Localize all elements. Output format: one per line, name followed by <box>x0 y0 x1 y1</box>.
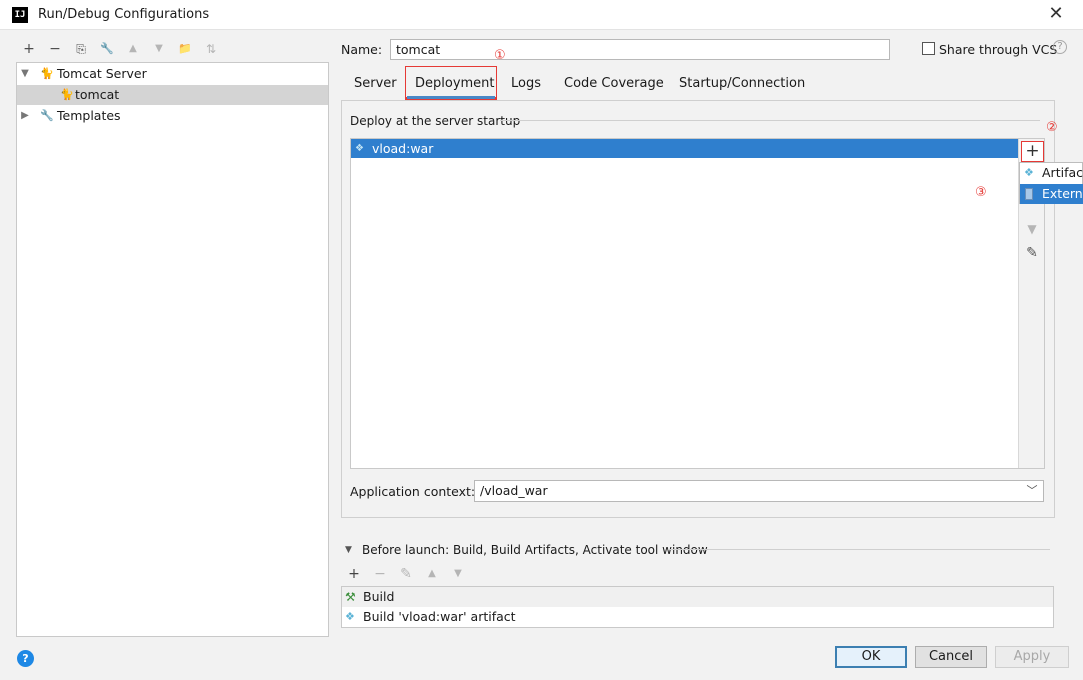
add-task-button[interactable]: + <box>345 566 363 582</box>
close-icon[interactable]: ✕ <box>1046 3 1066 25</box>
add-popup-menu: ❖ Artifact... External Source... <box>1019 162 1083 204</box>
tree-item-label: tomcat <box>75 87 120 102</box>
artifact-icon: ❖ <box>345 610 355 623</box>
tree-item-label: Templates <box>57 108 121 123</box>
cancel-button[interactable]: Cancel <box>915 646 987 668</box>
tomcat-icon: 🐈 <box>40 67 54 80</box>
tab-code-coverage[interactable]: Code Coverage <box>564 74 664 96</box>
annotation-marker-1: ① <box>494 48 506 63</box>
move-down-button[interactable]: ▼ <box>150 40 168 58</box>
before-launch-item-build[interactable]: ⚒ Build <box>342 587 1053 607</box>
app-context-input[interactable]: /vload_war <box>474 480 1044 502</box>
tab-startup-connection[interactable]: Startup/Connection <box>679 74 805 96</box>
external-source-icon <box>1025 188 1033 200</box>
window-title: Run/Debug Configurations <box>38 7 210 22</box>
help-icon[interactable]: ? <box>17 650 34 667</box>
wrench-icon[interactable]: 🔧 <box>98 40 116 58</box>
tree-item-tomcat[interactable]: 🐈 tomcat <box>17 85 328 105</box>
deployment-item-label: vload:war <box>372 141 434 156</box>
remove-task-button[interactable]: − <box>371 566 389 582</box>
name-input[interactable]: tomcat <box>390 39 890 60</box>
menu-item-label: Artifact... <box>1042 165 1083 180</box>
edit-pencil-icon[interactable]: ✎ <box>1023 245 1041 261</box>
before-launch-separator <box>668 549 1050 550</box>
folder-add-icon[interactable]: 📁 <box>176 40 194 58</box>
intellij-app-icon: IJ <box>12 7 28 23</box>
tree-item-tomcat-server[interactable]: ▼ 🐈 Tomcat Server <box>17 64 328 84</box>
tab-deployment[interactable]: Deployment <box>415 74 495 96</box>
tree-item-label: Tomcat Server <box>57 66 147 81</box>
deployment-list <box>350 138 1045 469</box>
tab-active-underline <box>407 96 495 99</box>
copy-configuration-button[interactable]: ⎘ <box>72 40 90 58</box>
app-context-label: Application context: <box>350 484 476 499</box>
menu-item-artifact[interactable]: ❖ Artifact... <box>1020 163 1083 183</box>
tab-server[interactable]: Server <box>354 74 397 96</box>
chevron-right-icon[interactable]: ▶ <box>19 106 31 126</box>
chevron-down-icon[interactable]: ▼ <box>19 64 31 84</box>
deployment-item[interactable]: ❖ vload:war <box>351 139 1018 158</box>
artifact-icon: ❖ <box>1024 166 1034 179</box>
before-launch-label[interactable]: Before launch: Build, Build Artifacts, A… <box>362 543 708 557</box>
before-launch-item-label: Build 'vload:war' artifact <box>363 609 516 624</box>
move-up-button[interactable]: ▲ <box>124 40 142 58</box>
annotation-marker-2: ② <box>1046 120 1058 135</box>
name-label: Name: <box>341 42 383 57</box>
wrench-icon: 🔧 <box>40 109 54 122</box>
configuration-tree: ▼ 🐈 Tomcat Server 🐈 tomcat ▶ 🔧 Templates <box>16 62 329 637</box>
artifact-icon: ❖ <box>355 143 364 154</box>
annotation-marker-3: ③ <box>975 185 987 200</box>
deploy-group-label: Deploy at the server startup <box>350 114 521 128</box>
ok-button[interactable]: OK <box>835 646 907 668</box>
tomcat-icon: 🐈 <box>60 88 74 101</box>
before-launch-item-label: Build <box>363 589 395 604</box>
hammer-icon: ⚒ <box>345 590 356 604</box>
menu-item-label: External Source... <box>1042 186 1083 201</box>
remove-configuration-button[interactable]: − <box>46 40 64 58</box>
edit-task-button[interactable]: ✎ <box>397 566 415 582</box>
before-launch-list: ⚒ Build ❖ Build 'vload:war' artifact <box>341 586 1054 628</box>
help-icon[interactable]: ? <box>1053 40 1067 54</box>
collapse-triangle-icon[interactable]: ▼ <box>345 545 352 555</box>
chevron-down-icon[interactable]: ﹀ <box>1024 483 1040 499</box>
sort-icon[interactable]: ⇅ <box>202 40 220 58</box>
move-down-icon[interactable]: ▼ <box>1023 222 1041 236</box>
move-task-down-button[interactable]: ▼ <box>449 566 467 582</box>
before-launch-item-build-artifact[interactable]: ❖ Build 'vload:war' artifact <box>342 607 1053 627</box>
tree-item-templates[interactable]: ▶ 🔧 Templates <box>17 106 328 126</box>
group-separator <box>500 120 1040 121</box>
apply-button[interactable]: Apply <box>995 646 1069 668</box>
move-task-up-button[interactable]: ▲ <box>423 566 441 582</box>
add-deployment-button[interactable]: + <box>1021 141 1044 162</box>
tab-logs[interactable]: Logs <box>511 74 541 96</box>
add-configuration-button[interactable]: + <box>20 40 38 58</box>
share-vcs-checkbox[interactable] <box>922 42 935 55</box>
menu-item-external-source[interactable]: External Source... <box>1020 184 1083 204</box>
share-vcs-label[interactable]: Share through VCS <box>939 42 1057 57</box>
